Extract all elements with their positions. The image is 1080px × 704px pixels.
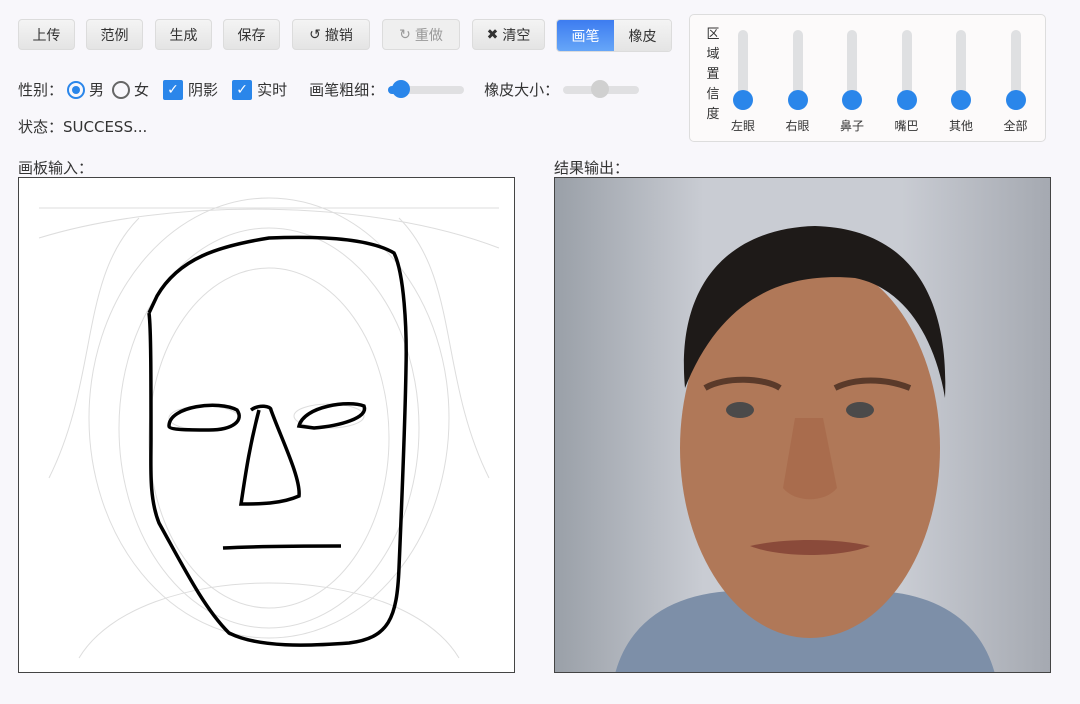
brush-size-slider[interactable] (388, 79, 465, 98)
eraser-size-label: 橡皮大小： (484, 81, 560, 99)
slider-label: 嘴巴 (894, 119, 919, 133)
realtime-checkbox[interactable]: ✓ (232, 79, 253, 100)
redo-button[interactable]: ↻ 重做 (382, 19, 460, 50)
shadow-checkbox[interactable]: ✓ (163, 79, 184, 100)
slider-label: 左眼 (730, 119, 755, 133)
shadow-sketch (38, 197, 500, 659)
redo-label: 重做 (414, 27, 443, 44)
slider-thumb[interactable] (733, 90, 753, 111)
drawing-canvas[interactable] (18, 177, 515, 673)
confidence-slider[interactable]: 嘴巴 (887, 25, 927, 137)
realtime-label: 实时 (257, 81, 288, 99)
nose-stroke (238, 404, 301, 506)
confidence-slider[interactable]: 右眼 (778, 25, 818, 137)
slider-thumb[interactable] (591, 79, 610, 98)
eraser-size-slider[interactable] (563, 79, 640, 98)
slider-thumb[interactable] (951, 90, 971, 111)
undo-label: 撤销 (324, 27, 353, 44)
eraser-button[interactable]: 橡皮 (614, 20, 671, 51)
upload-button[interactable]: 上传 (18, 19, 75, 50)
slider-thumb[interactable] (787, 90, 808, 111)
confidence-slider[interactable]: 全部 (996, 25, 1036, 137)
confidence-slider[interactable]: 鼻子 (832, 25, 872, 137)
clear-button[interactable]: ✖ 清空 (472, 19, 545, 50)
slider-thumb[interactable] (842, 90, 862, 111)
result-label: 结果输出： (554, 159, 630, 177)
save-button[interactable]: 保存 (223, 19, 280, 50)
close-icon: ✖ (486, 26, 499, 43)
male-label: 男 (89, 81, 105, 99)
slider-label: 鼻子 (839, 119, 864, 133)
shadow-label: 阴影 (188, 81, 219, 99)
brush-size-label: 画笔粗细： (309, 81, 385, 99)
slider-thumb[interactable] (896, 90, 917, 111)
undo-icon: ↺ (309, 26, 321, 43)
slider-label: 全部 (1003, 119, 1028, 133)
example-button[interactable]: 范例 (86, 19, 143, 50)
female-radio[interactable] (112, 80, 131, 99)
result-image (554, 177, 1051, 673)
slider-thumb[interactable] (1005, 90, 1026, 111)
region-confidence-panel: 区域置信度 左眼 右眼 鼻子 嘴巴 其他 全部 (689, 14, 1046, 142)
gender-label: 性别： (18, 81, 64, 99)
confidence-slider[interactable]: 左眼 (723, 25, 763, 137)
slider-label: 其他 (948, 119, 973, 133)
female-label: 女 (134, 81, 150, 99)
confidence-title: 区域置信度 (706, 27, 720, 122)
options-row: 性别： 男 女 ✓ 阴影 ✓ 实时 画笔粗细： 橡皮大小： (18, 79, 640, 100)
redo-icon: ↻ (399, 26, 411, 43)
undo-button[interactable]: ↺ 撤销 (292, 19, 370, 50)
male-radio[interactable] (67, 80, 86, 99)
clear-label: 清空 (502, 27, 531, 44)
status-text: 状态：SUCCESS... (18, 118, 148, 136)
tool-toggle: 画笔 橡皮 (556, 19, 672, 52)
mouth-stroke (222, 544, 342, 550)
slider-thumb[interactable] (392, 79, 411, 98)
confidence-slider[interactable]: 其他 (941, 25, 981, 137)
slider-label: 右眼 (785, 119, 810, 133)
generate-button[interactable]: 生成 (155, 19, 212, 50)
face-outline-stroke (147, 235, 408, 647)
brush-button[interactable]: 画笔 (557, 20, 614, 51)
canvas-label: 画板输入： (18, 159, 94, 177)
